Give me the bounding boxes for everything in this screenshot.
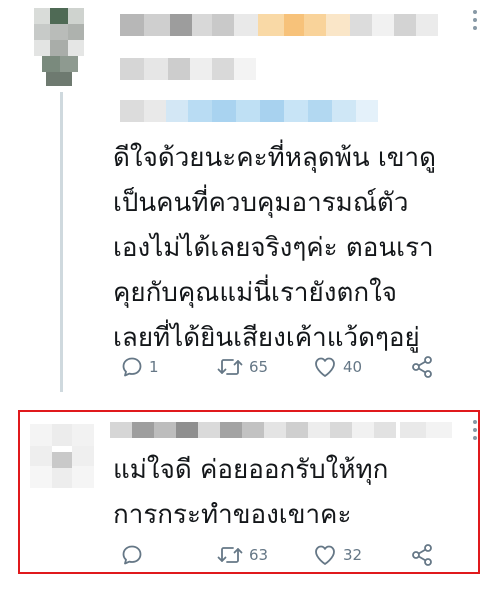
blurred-header: [110, 8, 470, 128]
like-count: 32: [343, 546, 363, 564]
like-button[interactable]: 40: [312, 352, 362, 382]
avatar[interactable]: [34, 8, 84, 86]
like-count: 40: [343, 358, 363, 376]
share-icon: [412, 544, 432, 566]
retweet-icon: [217, 547, 243, 563]
share-icon: [412, 356, 432, 378]
like-icon: [315, 545, 335, 565]
retweet-button[interactable]: 65: [216, 352, 268, 382]
reply-icon: [122, 357, 142, 377]
retweet-count: 65: [249, 358, 269, 376]
like-button[interactable]: 32: [312, 540, 362, 570]
share-button[interactable]: [410, 540, 434, 570]
avatar[interactable]: [30, 424, 94, 488]
tweet-actions: 1 65 40: [120, 352, 440, 382]
retweet-count: 63: [249, 546, 269, 564]
tweet-actions: 63 32: [120, 540, 440, 570]
tweet-text: ดีใจด้วยนะคะที่หลุดพ้น เขาดู เป็นคนที่คว…: [113, 143, 437, 353]
reply-count: 1: [149, 358, 159, 376]
more-options-icon[interactable]: [472, 10, 478, 32]
reply-icon: [122, 545, 142, 565]
share-button[interactable]: [410, 352, 434, 382]
blurred-header: [110, 418, 470, 444]
like-icon: [315, 357, 335, 377]
reply-button[interactable]: 1: [120, 352, 159, 382]
retweet-button[interactable]: 63: [216, 540, 268, 570]
tweet-text: แม่ใจดี ค่อยออกรับให้ทุก การกระทำของเขาค…: [113, 455, 389, 530]
more-options-icon[interactable]: [472, 420, 478, 442]
thread-line: [60, 92, 63, 392]
retweet-icon: [217, 359, 243, 375]
reply-button[interactable]: [120, 540, 149, 570]
